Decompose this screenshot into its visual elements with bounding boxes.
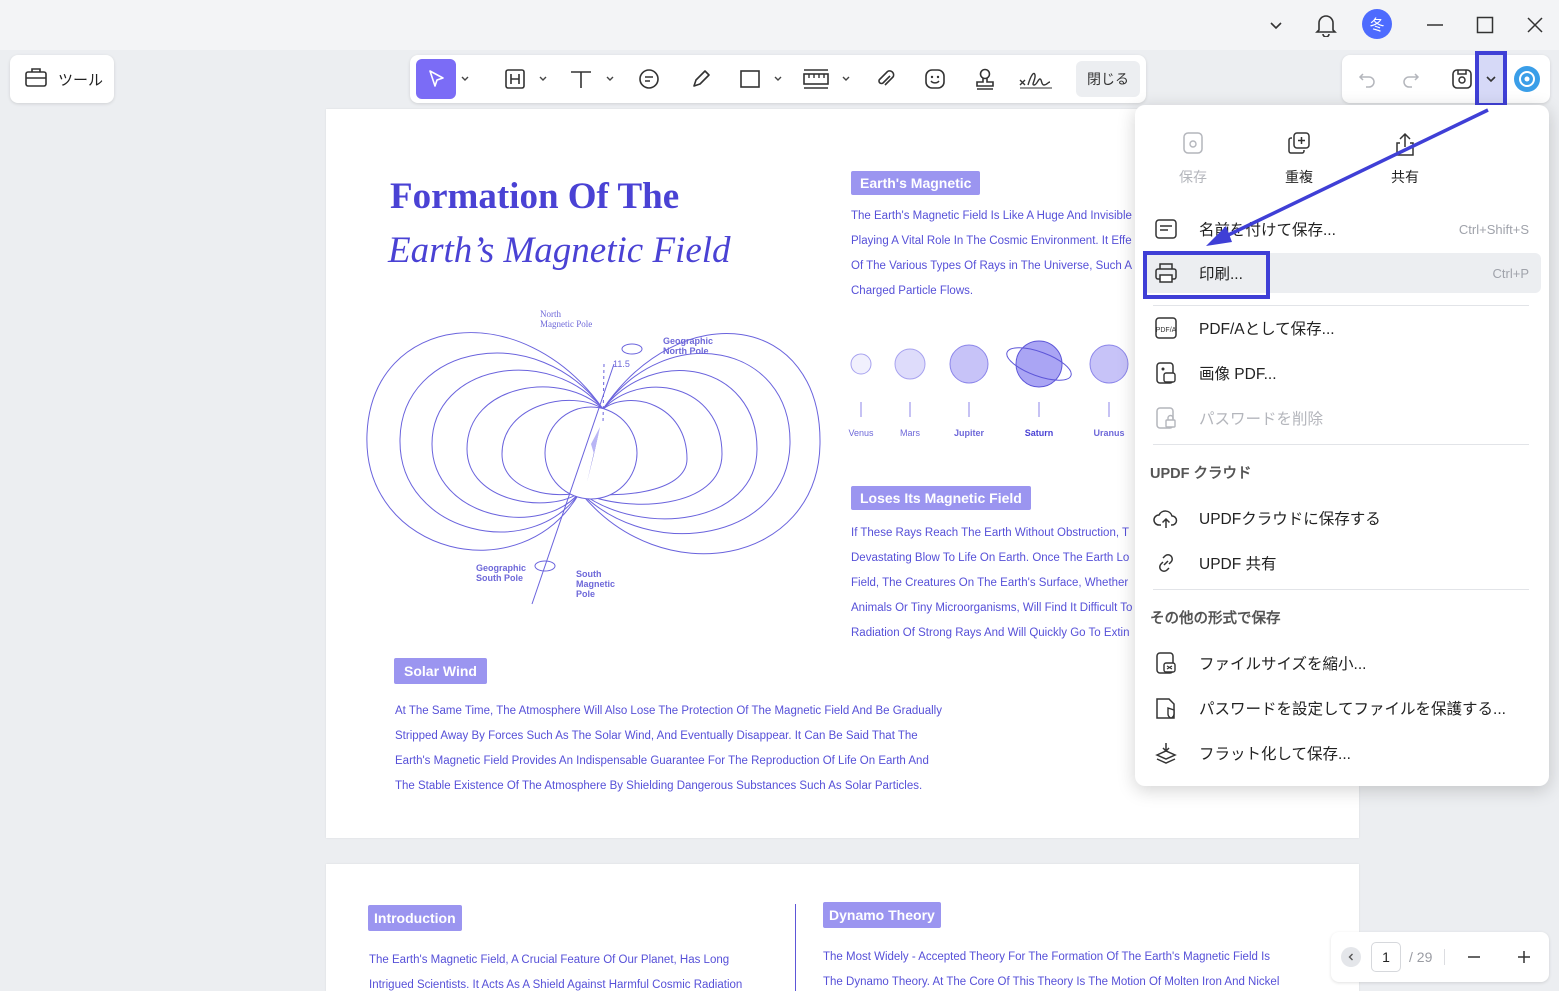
tools-button[interactable]: ツール	[10, 55, 114, 103]
page-total: / 29	[1409, 949, 1433, 965]
geo-north-label: Geographic North Pole	[663, 336, 714, 356]
comment-icon[interactable]	[634, 59, 664, 99]
south-magnetic-label: South Magnetic Pole	[576, 569, 616, 599]
shape-dropdown[interactable]	[771, 59, 785, 99]
loses-field-heading: Loses Its Magnetic Field	[851, 486, 1031, 510]
minimize-icon[interactable]	[1420, 10, 1450, 40]
close-icon[interactable]	[1520, 10, 1550, 40]
duplicate-icon	[1288, 132, 1310, 154]
save-options-dropdown[interactable]	[1475, 51, 1507, 107]
file-toolbar	[1342, 55, 1550, 103]
planet-label-jupiter: Jupiter	[953, 428, 984, 438]
geo-south-label: Geographic South Pole	[476, 563, 527, 583]
annotation-toolbar: 閉じる	[410, 55, 1146, 103]
tools-label: ツール	[58, 71, 104, 89]
close-edit-button[interactable]: 閉じる	[1076, 61, 1140, 97]
angle-label: 11.5	[613, 359, 630, 369]
stamp-icon[interactable]	[970, 59, 1000, 99]
duplicate-button[interactable]: 重複	[1259, 131, 1339, 187]
protect-icon	[1153, 695, 1179, 721]
menu-save-pdfa[interactable]: PDF/A PDF/Aとして保存...	[1143, 308, 1541, 348]
title-bar: 冬	[0, 0, 1559, 50]
svg-text:PDF/A: PDF/A	[1156, 327, 1177, 334]
chevron-down-icon[interactable]	[1261, 10, 1291, 40]
avatar[interactable]: 冬	[1362, 9, 1392, 39]
menu-protect-password[interactable]: パスワードを設定してファイルを保護する...	[1143, 688, 1541, 728]
text-icon[interactable]	[565, 59, 597, 99]
planet-label-saturn: Saturn	[1024, 428, 1054, 438]
toolbox-icon	[24, 66, 48, 92]
sticker-icon[interactable]	[920, 59, 950, 99]
earth-magnetic-text: The Earth's Magnetic Field Is Like A Hug…	[851, 210, 1133, 297]
select-tool[interactable]	[416, 59, 456, 99]
ai-assistant-icon[interactable]	[1510, 59, 1544, 99]
redo-icon[interactable]	[1396, 59, 1426, 99]
chevron-left-icon	[1348, 953, 1353, 961]
magnetic-field-diagram	[366, 332, 821, 605]
pdfa-icon: PDF/A	[1153, 315, 1179, 341]
page-subtitle: Earth’s Magnetic Field	[388, 230, 731, 271]
planets-illustration	[850, 340, 1129, 417]
menu-flatten-save[interactable]: フラット化して保存...	[1143, 733, 1541, 773]
earth-magnetic-heading: Earth's Magnetic	[851, 171, 981, 195]
chevron-down-icon	[1486, 76, 1496, 83]
page-title: Formation Of The	[390, 176, 680, 217]
remove-password-icon	[1153, 405, 1179, 431]
previous-page-button[interactable]	[1341, 947, 1361, 967]
planet-label-uranus: Uranus	[1093, 428, 1125, 438]
share-icon	[1396, 132, 1414, 156]
save-icon	[1183, 132, 1203, 154]
menu-updf-share[interactable]: UPDF 共有	[1143, 543, 1541, 583]
undo-icon[interactable]	[1352, 59, 1382, 99]
highlight-icon[interactable]	[500, 59, 530, 99]
menu-remove-password[interactable]: パスワードを削除	[1143, 398, 1541, 438]
image-pdf-icon	[1153, 360, 1179, 386]
select-dropdown[interactable]	[458, 59, 472, 99]
pdf-page-2: Introduction The Earth's Magnetic Field,…	[326, 864, 1359, 991]
column-divider	[795, 904, 796, 991]
dynamo-text: The Most Widely - Accepted Theory For Th…	[823, 951, 1280, 988]
print-highlight-box	[1143, 251, 1270, 299]
loses-field-text: If These Rays Reach The Earth Without Ob…	[851, 527, 1133, 639]
other-formats-title: その他の形式で保存	[1150, 611, 1281, 627]
maximize-icon[interactable]	[1470, 10, 1500, 40]
share-button[interactable]: 共有	[1365, 131, 1445, 187]
text-dropdown[interactable]	[603, 59, 617, 99]
compress-icon	[1153, 650, 1179, 676]
measure-icon[interactable]	[800, 59, 832, 99]
flatten-icon	[1153, 740, 1179, 766]
select-icon	[429, 70, 444, 87]
menu-save-as[interactable]: 名前を付けて保存... Ctrl+Shift+S	[1143, 209, 1541, 249]
quick-save-button[interactable]: 保存	[1153, 131, 1233, 187]
cloud-section-title: UPDF クラウド	[1150, 466, 1252, 482]
save-icon[interactable]	[1447, 59, 1477, 99]
planet-label-mars: Mars	[900, 428, 920, 438]
save-as-icon	[1153, 216, 1179, 242]
link-icon	[1153, 550, 1179, 576]
save-options-menu: 保存 重複 共有 名前を付けて保存... Ctrl+Shift+S 印刷... …	[1135, 105, 1549, 786]
rectangle-icon[interactable]	[735, 59, 765, 99]
menu-save-to-cloud[interactable]: UPDFクラウドに保存する	[1143, 498, 1541, 538]
introduction-heading: Introduction	[368, 905, 462, 931]
signature-icon[interactable]	[1016, 59, 1056, 99]
highlight-dropdown[interactable]	[536, 59, 550, 99]
zoom-out-icon[interactable]	[1461, 937, 1487, 977]
measure-dropdown[interactable]	[839, 59, 853, 99]
attachment-icon[interactable]	[870, 59, 900, 99]
menu-image-pdf[interactable]: 画像 PDF...	[1143, 353, 1541, 393]
page-number-input[interactable]: 1	[1371, 942, 1401, 972]
cloud-upload-icon	[1153, 505, 1179, 531]
bell-icon[interactable]	[1311, 10, 1341, 40]
solar-wind-text: At The Same Time, The Atmosphere Will Al…	[395, 705, 942, 792]
solar-wind-heading: Solar Wind	[394, 658, 487, 684]
introduction-text: The Earth's Magnetic Field, A Crucial Fe…	[369, 954, 743, 991]
dynamo-heading: Dynamo Theory	[823, 902, 941, 928]
pagination-bar: 1 / 29	[1331, 932, 1549, 982]
north-magnetic-label: North Magnetic Pole	[540, 309, 593, 329]
zoom-in-icon[interactable]	[1511, 937, 1537, 977]
menu-reduce-size[interactable]: ファイルサイズを縮小...	[1143, 643, 1541, 683]
pen-icon[interactable]	[686, 59, 716, 99]
